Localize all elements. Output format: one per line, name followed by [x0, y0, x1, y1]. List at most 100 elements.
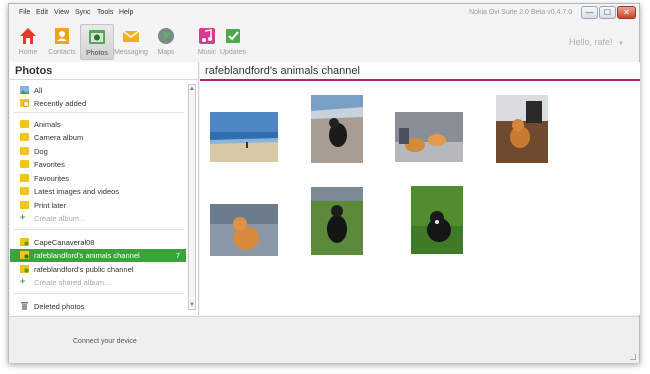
photo-icon	[20, 86, 29, 94]
tool-maps-label: Maps	[157, 49, 175, 56]
sidebar-item-capecanaveral08[interactable]: CapeCanaveral08	[10, 236, 186, 249]
app-window: File Edit View Sync Tools Help Nokia Ovi…	[8, 3, 640, 363]
folder-icon	[20, 201, 29, 209]
sidebar-item-label: Camera album	[34, 133, 84, 142]
photo-thumbnail[interactable]	[311, 95, 363, 163]
plus-icon: +	[20, 212, 26, 222]
create-album-link[interactable]: + Create album...	[10, 212, 186, 225]
sidebar-item-dog[interactable]: Dog	[10, 145, 186, 158]
sidebar-item-camera-album[interactable]: Camera album	[10, 131, 186, 144]
house-icon	[20, 28, 36, 44]
photo-thumbnail[interactable]	[210, 204, 278, 256]
main-toolbar: Home Contacts Photos Messaging Maps Musi…	[9, 22, 639, 62]
sidebar-item-label: rafeblandford's public channel	[34, 265, 134, 274]
photo-thumbnail[interactable]	[210, 112, 278, 162]
folder-icon	[20, 133, 29, 141]
menu-sync[interactable]: Sync	[75, 9, 91, 16]
sidebar-item-label: Favourites	[34, 174, 70, 183]
tool-contacts[interactable]: Contacts	[45, 24, 79, 60]
sidebar-item-label: Dog	[34, 147, 48, 156]
sidebar-title: Photos	[15, 65, 53, 77]
sidebar-item-favourites[interactable]: Favourites	[10, 172, 186, 185]
sidebar-item-label: Favorites	[34, 160, 65, 169]
sidebar-item-print-later[interactable]: Print later	[10, 199, 186, 212]
photo-thumbnail[interactable]	[496, 95, 548, 163]
sidebar-item-deleted-photos[interactable]: Deleted photos	[10, 300, 186, 313]
item-count-badge: 7	[175, 251, 180, 260]
menu-tools[interactable]: Tools	[97, 9, 113, 16]
sidebar-item-recently-added[interactable]: Recently added	[10, 97, 186, 110]
sidebar-item-label: Recently added	[34, 99, 87, 108]
divider	[14, 229, 184, 230]
close-button[interactable]: ✕	[617, 6, 636, 19]
tool-updates-label: Updates	[219, 49, 247, 56]
accent-divider	[200, 79, 640, 81]
shared-folder-icon	[20, 251, 29, 259]
menu-file[interactable]: File	[19, 9, 30, 16]
photo-thumbnail[interactable]	[311, 187, 363, 255]
folder-icon	[20, 120, 29, 128]
sidebar-item-label: CapeCanaveral08	[34, 238, 95, 247]
sidebar-item-favorites[interactable]: Favorites	[10, 158, 186, 171]
scroll-down-icon[interactable]: ▼	[189, 301, 195, 309]
connect-device-link[interactable]: Connect your device	[73, 338, 137, 345]
album-title: rafeblandford's animals channel	[205, 65, 360, 77]
resize-grip-icon[interactable]	[630, 354, 636, 360]
sidebar-item-label: Create album...	[34, 214, 86, 223]
sidebar-item-label: All	[34, 86, 43, 95]
divider	[14, 112, 184, 113]
sidebar-item-label: Latest images and videos	[34, 187, 120, 196]
sidebar-item-latest[interactable]: Latest images and videos	[10, 185, 186, 198]
updates-icon	[226, 29, 240, 43]
tool-photos[interactable]: Photos	[80, 24, 114, 60]
photo-thumbnail[interactable]	[411, 186, 463, 254]
sidebar-item-animals-channel[interactable]: rafeblandford's animals channel 7	[10, 249, 186, 262]
sidebar-item-all[interactable]: All	[10, 84, 186, 97]
folder-icon	[20, 174, 29, 182]
globe-icon	[158, 28, 174, 44]
sidebar-item-label: Deleted photos	[34, 302, 85, 311]
tool-contacts-label: Contacts	[48, 49, 76, 56]
plus-icon: +	[20, 276, 26, 286]
envelope-icon	[122, 30, 140, 42]
folder-icon	[20, 147, 29, 155]
tool-photos-label: Photos	[86, 50, 108, 57]
greeting-text: Hello, rafe!	[569, 37, 613, 47]
sidebar-item-label: Animals	[34, 120, 61, 129]
minimize-button[interactable]: —	[581, 6, 598, 19]
tool-home[interactable]: Home	[11, 24, 45, 60]
sidebar-item-label: rafeblandford's animals channel	[34, 251, 140, 260]
status-bar: Connect your device	[9, 316, 639, 363]
sidebar-scrollbar[interactable]: ▲ ▼	[188, 84, 196, 310]
folder-icon	[20, 187, 29, 195]
sidebar-item-animals[interactable]: Animals	[10, 118, 186, 131]
sidebar-item-label: Create shared album...	[34, 278, 111, 287]
chevron-down-icon: ▼	[618, 41, 624, 47]
shared-folder-icon	[20, 238, 29, 246]
sidebar-item-label: Print later	[34, 201, 67, 210]
photo-thumbnail[interactable]	[395, 112, 463, 162]
trash-icon	[21, 302, 28, 310]
recent-icon	[20, 99, 29, 107]
contacts-icon	[55, 28, 69, 44]
menu-edit[interactable]: Edit	[36, 9, 48, 16]
menu-view[interactable]: View	[54, 9, 69, 16]
divider	[10, 79, 198, 80]
user-menu[interactable]: Hello, rafe! ▼	[569, 37, 624, 47]
divider	[14, 293, 184, 294]
tool-updates[interactable]: Updates	[216, 24, 250, 60]
create-shared-album-link[interactable]: + Create shared album...	[10, 276, 186, 289]
camera-icon	[89, 30, 105, 44]
menu-help[interactable]: Help	[119, 9, 133, 16]
tool-messaging[interactable]: Messaging	[114, 24, 148, 60]
tool-maps[interactable]: Maps	[149, 24, 183, 60]
menu-bar: File Edit View Sync Tools Help Nokia Ovi…	[9, 4, 639, 22]
folder-icon	[20, 160, 29, 168]
tool-home-label: Home	[18, 49, 38, 56]
maximize-button[interactable]: ☐	[599, 6, 616, 19]
sidebar-item-public-channel[interactable]: rafeblandford's public channel	[10, 263, 186, 276]
scroll-up-icon[interactable]: ▲	[189, 85, 195, 93]
tool-messaging-label: Messaging	[114, 49, 148, 56]
sidebar: Photos All Recently added Animals Camera…	[10, 62, 199, 315]
photo-browser: rafeblandford's animals channel	[200, 62, 640, 315]
